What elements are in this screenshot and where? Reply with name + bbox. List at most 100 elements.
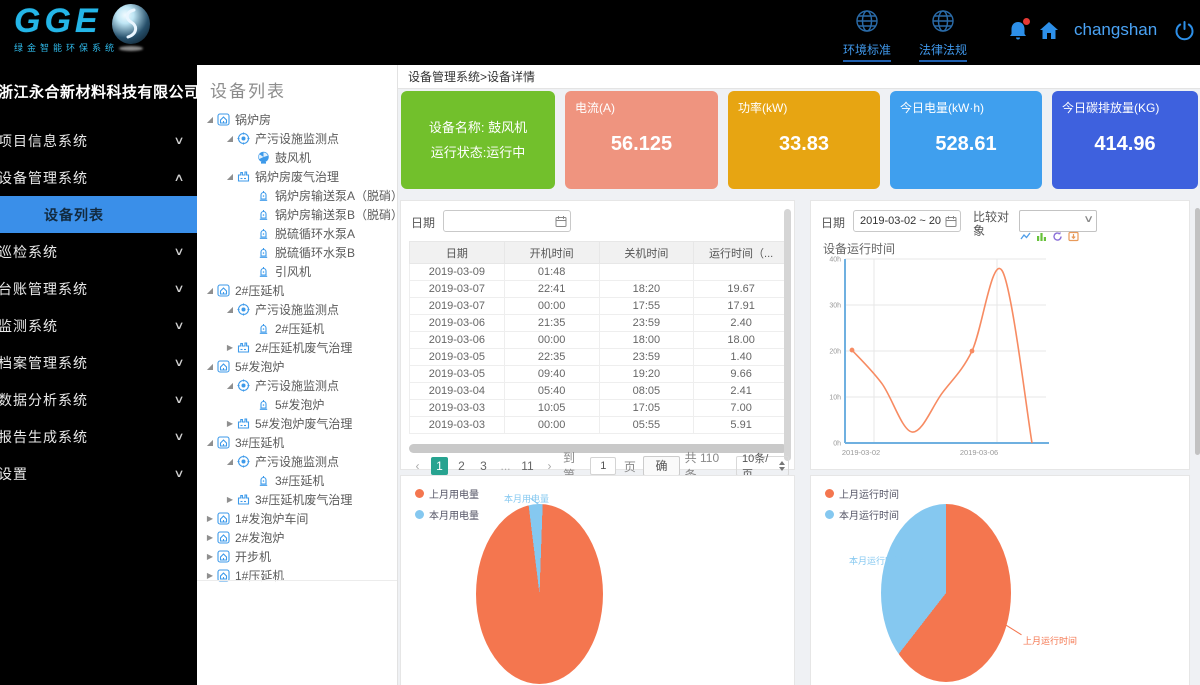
tree-node[interactable]: ▶ 2#压延机废气治理 (197, 338, 397, 357)
tree-node[interactable]: ▶ 5#发泡炉废气治理 (197, 414, 397, 433)
tree-node[interactable]: 脱硫循环水泵A (197, 224, 397, 243)
table-row[interactable]: 2019-03-0509:4019:209.66 (410, 366, 789, 383)
tree-collapsed-arrow-icon[interactable]: ▶ (205, 533, 215, 542)
table-cell: 08:05 (599, 383, 694, 400)
tree-node[interactable]: ◢ 2#压延机 (197, 281, 397, 300)
tree-node[interactable]: 引风机 (197, 262, 397, 281)
tree-node[interactable]: 3#压延机 (197, 471, 397, 490)
notifications-bell-icon[interactable] (1008, 20, 1028, 47)
run-log-table: 日期开机时间关机时间运行时间（... 2019-03-0901:48 2019-… (409, 241, 789, 434)
sidebar-item[interactable]: 项目信息系统 ∨ (0, 122, 197, 159)
sidebar-item[interactable]: 数据分析系统 ∨ (0, 381, 197, 418)
tree-node[interactable]: 鼓风机 (197, 148, 397, 167)
table-row[interactable]: 2019-03-0700:0017:5517.91 (410, 298, 789, 315)
sidebar-item[interactable]: 设备管理系统 ∧ (0, 159, 197, 196)
sidebar-item[interactable]: 台账管理系统 ∨ (0, 270, 197, 307)
pagination-prev-button[interactable]: ‹ (409, 457, 426, 475)
legend-item[interactable]: 本月用电量 (415, 507, 479, 522)
table-vertical-scrollbar[interactable] (784, 209, 791, 461)
sidebar-item[interactable]: 巡检系统 ∨ (0, 233, 197, 270)
save-image-icon[interactable] (1068, 229, 1079, 247)
electricity-pie-chart[interactable] (476, 504, 603, 684)
bar-chart-icon[interactable] (1036, 229, 1047, 247)
tree-expanded-arrow-icon[interactable]: ◢ (225, 457, 235, 466)
nav-laws-regulations[interactable]: 法律法规 (919, 8, 967, 62)
legend-item[interactable]: 上月用电量 (415, 486, 479, 501)
tree-node[interactable]: ▶ 3#压延机废气治理 (197, 490, 397, 509)
runtime-pie-chart[interactable] (881, 504, 1011, 682)
tree-expanded-arrow-icon[interactable]: ◢ (205, 286, 215, 295)
tree-expanded-arrow-icon[interactable]: ◢ (225, 381, 235, 390)
tree-expanded-arrow-icon[interactable]: ◢ (205, 362, 215, 371)
tree-node[interactable]: ▶ 2#发泡炉 (197, 528, 397, 547)
username-label[interactable]: changshan (1074, 20, 1157, 40)
tree-node[interactable]: ◢ 产污设施监测点 (197, 452, 397, 471)
pump-icon (257, 246, 271, 259)
tree-expanded-arrow-icon[interactable]: ◢ (225, 134, 235, 143)
tree-node[interactable]: ◢ 锅炉房废气治理 (197, 167, 397, 186)
table-row[interactable]: 2019-03-0621:3523:592.40 (410, 315, 789, 332)
pagination-page-button[interactable]: 2 (453, 457, 470, 475)
date-filter-input[interactable] (444, 215, 570, 227)
line-chart-icon[interactable] (1020, 229, 1031, 247)
tree-node[interactable]: 脱硫循环水泵B (197, 243, 397, 262)
tree-expanded-arrow-icon[interactable]: ◢ (225, 305, 235, 314)
logout-power-icon[interactable] (1174, 20, 1195, 46)
tree-collapsed-arrow-icon[interactable]: ▶ (205, 552, 215, 561)
pagination-goto-input[interactable] (590, 457, 616, 475)
tree-node[interactable]: 锅炉房输送泵B（脱硝） (197, 205, 397, 224)
nav-env-standards[interactable]: 环境标准 (843, 8, 891, 62)
tree-node[interactable]: ◢ 产污设施监测点 (197, 300, 397, 319)
tree-node[interactable]: ◢ 锅炉房 (197, 110, 397, 129)
table-row[interactable]: 2019-03-0405:4008:052.41 (410, 383, 789, 400)
pagination-next-button[interactable]: › (541, 457, 558, 475)
table-row[interactable]: 2019-03-0722:4118:2019.67 (410, 281, 789, 298)
tree-expanded-arrow-icon[interactable]: ◢ (205, 115, 215, 124)
chevron-down-icon: ∨ (173, 356, 184, 369)
tree-node[interactable]: 5#发泡炉 (197, 395, 397, 414)
tree-collapsed-arrow-icon[interactable]: ▶ (205, 571, 215, 580)
logo-sphere-icon (112, 4, 152, 50)
table-row[interactable]: 2019-03-0522:3523:591.40 (410, 349, 789, 366)
sidebar-item[interactable]: 档案管理系统 ∨ (0, 344, 197, 381)
tree-node[interactable]: 锅炉房输送泵A（脱硝） (197, 186, 397, 205)
tree-node[interactable]: ◢ 3#压延机 (197, 433, 397, 452)
refresh-icon[interactable] (1052, 229, 1063, 247)
tree-node[interactable]: ▶ 开步机 (197, 547, 397, 566)
calendar-icon[interactable] (555, 215, 567, 233)
pagination-page-button[interactable]: 1 (431, 457, 448, 475)
tree-node[interactable]: ◢ 产污设施监测点 (197, 129, 397, 148)
sidebar-item[interactable]: 监测系统 ∨ (0, 307, 197, 344)
home-icon[interactable] (1038, 20, 1060, 47)
tree-expanded-arrow-icon[interactable]: ◢ (225, 172, 235, 181)
tree-node-label: 锅炉房 (235, 111, 271, 128)
legend-item[interactable]: 上月运行时间 (825, 486, 899, 501)
tree-collapsed-arrow-icon[interactable]: ▶ (225, 419, 235, 428)
legend-item[interactable]: 本月运行时间 (825, 507, 899, 522)
tree-expanded-arrow-icon[interactable]: ◢ (205, 438, 215, 447)
tree-node[interactable]: ◢ 产污设施监测点 (197, 376, 397, 395)
sidebar-subitem[interactable]: 设备列表 (0, 196, 197, 233)
page-size-select[interactable]: 10条/页 (736, 456, 789, 476)
tree-node[interactable]: ◢ 5#发泡炉 (197, 357, 397, 376)
table-row[interactable]: 2019-03-0300:0005:555.91 (410, 417, 789, 434)
pagination-page-button[interactable]: 11 (519, 457, 536, 475)
tree-node[interactable]: 2#压延机 (197, 319, 397, 338)
tree-collapsed-arrow-icon[interactable]: ▶ (225, 495, 235, 504)
table-cell: 22:41 (504, 281, 599, 298)
tree-collapsed-arrow-icon[interactable]: ▶ (205, 514, 215, 523)
tree-node[interactable]: ▶ 1#发泡炉车间 (197, 509, 397, 528)
building-icon (217, 512, 231, 525)
stat-card-label: 功率(kW) (738, 99, 870, 116)
calendar-icon[interactable] (945, 215, 957, 233)
pagination-page-button[interactable]: 3 (475, 457, 492, 475)
tree-collapsed-arrow-icon[interactable]: ▶ (225, 343, 235, 352)
table-row[interactable]: 2019-03-0901:48 (410, 264, 789, 281)
pagination-confirm-button[interactable]: 确定 (643, 456, 679, 476)
sidebar-item[interactable]: 设置 ∨ (0, 455, 197, 492)
sidebar-item[interactable]: 报告生成系统 ∨ (0, 418, 197, 455)
table-row[interactable]: 2019-03-0310:0517:057.00 (410, 400, 789, 417)
table-row[interactable]: 2019-03-0600:0018:0018.00 (410, 332, 789, 349)
page-vertical-scrollbar[interactable] (1195, 208, 1200, 455)
tree-node[interactable]: ▶ 1#压延机 (197, 566, 397, 585)
